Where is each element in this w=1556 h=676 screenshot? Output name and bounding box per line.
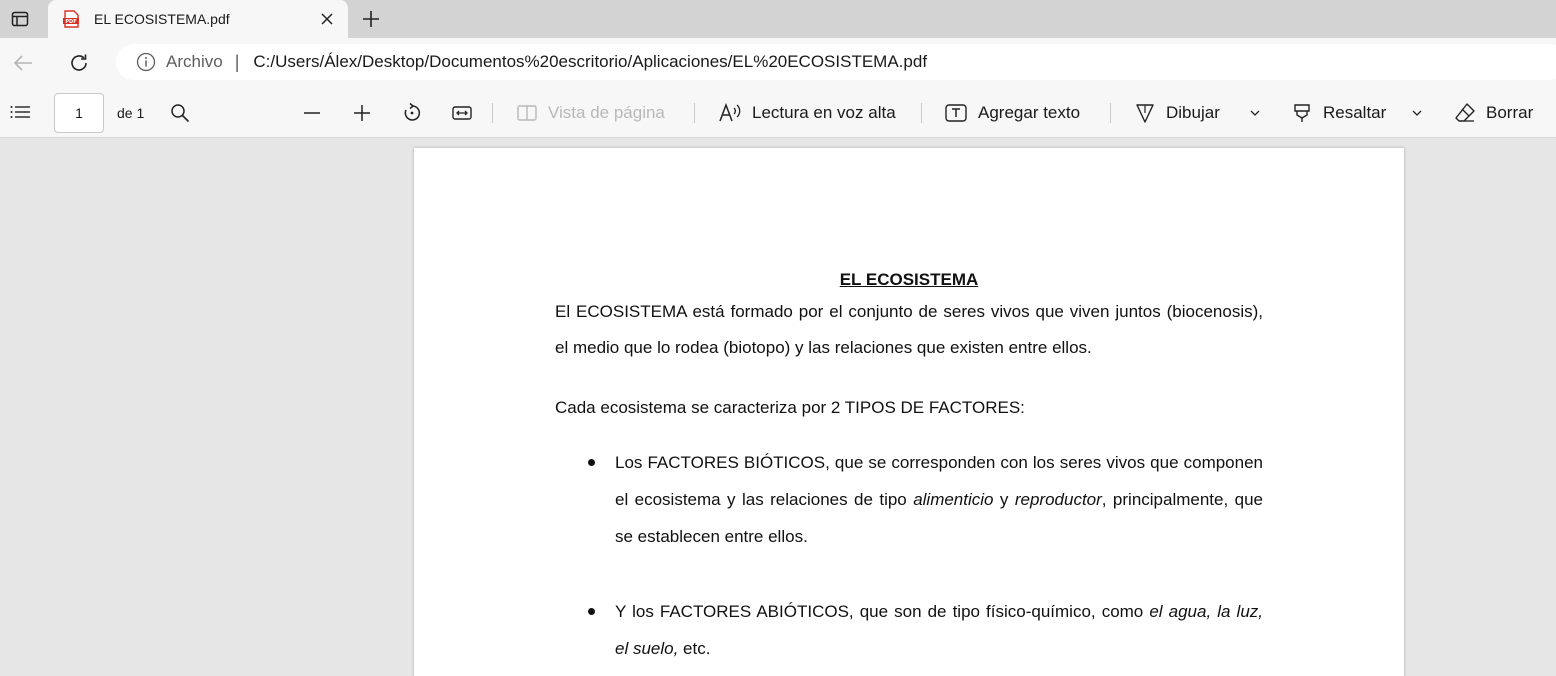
toolbar-divider <box>921 103 922 123</box>
close-icon <box>321 13 333 25</box>
toolbar-divider <box>694 103 695 123</box>
toolbar-divider <box>492 103 493 123</box>
close-tab-button[interactable] <box>312 4 342 34</box>
add-text-button[interactable]: Agregar texto <box>944 88 1080 138</box>
read-aloud-button[interactable]: Lectura en voz alta <box>718 88 896 138</box>
reload-icon <box>71 54 87 71</box>
factors-list: Los FACTORES BIÓTICOS, que se correspond… <box>555 444 1263 667</box>
plus-icon <box>354 105 370 121</box>
draw-button[interactable]: Dibujar <box>1134 88 1220 138</box>
zoom-out-button[interactable] <box>302 88 322 138</box>
tab-actions-icon <box>11 11 29 27</box>
erase-label: Borrar <box>1486 103 1534 122</box>
highlight-label: Resaltar <box>1323 103 1387 122</box>
page-view-icon <box>517 105 537 121</box>
fit-to-width-button[interactable] <box>451 88 473 138</box>
tab-title: EL ECOSISTEMA.pdf <box>94 11 230 27</box>
browser-tab[interactable]: PDF EL ECOSISTEMA.pdf <box>48 0 348 38</box>
document-content: EL ECOSISTEMA El ECOSISTEMA está formado… <box>555 266 1263 667</box>
reload-button[interactable] <box>64 48 94 78</box>
rotate-button[interactable] <box>401 88 423 138</box>
tab-strip: PDF EL ECOSISTEMA.pdf <box>0 0 1556 38</box>
eraser-icon <box>1455 103 1475 122</box>
page-view-button[interactable]: Vista de página <box>516 88 665 138</box>
search-icon <box>171 104 190 123</box>
add-text-label: Agregar texto <box>978 103 1081 122</box>
toolbar-divider <box>1110 103 1111 123</box>
highlight-options-dropdown[interactable] <box>1410 88 1424 138</box>
zoom-in-button[interactable] <box>352 88 372 138</box>
highlight-button[interactable]: Resaltar <box>1291 88 1386 138</box>
search-button[interactable] <box>170 88 190 138</box>
table-of-contents-button[interactable] <box>8 88 32 138</box>
url-text[interactable]: C:/Users/Álex/Desktop/Documentos%20escri… <box>253 52 927 72</box>
factors-paragraph: Cada ecosistema se caracteriza por 2 TIP… <box>555 398 1025 417</box>
scheme-label: Archivo <box>166 52 223 71</box>
back-arrow-icon <box>13 55 32 71</box>
rotate-icon <box>404 102 421 121</box>
document-title: EL ECOSISTEMA <box>839 270 979 289</box>
intro-paragraph: El ECOSISTEMA está formado por el conjun… <box>555 302 1263 357</box>
navigation-bar: Archivo | C:/Users/Álex/Desktop/Document… <box>0 38 1556 88</box>
fit-width-icon <box>452 106 472 120</box>
highlighter-icon <box>1294 104 1310 122</box>
page-view-label: Vista de página <box>548 103 665 122</box>
list-icon <box>10 106 30 118</box>
address-separator: | <box>234 51 240 72</box>
draw-label: Dibujar <box>1166 103 1220 122</box>
draw-options-dropdown[interactable] <box>1248 88 1262 138</box>
chevron-down-icon <box>1250 110 1260 116</box>
text-box-icon <box>945 104 967 122</box>
pdf-page: EL ECOSISTEMA El ECOSISTEMA está formado… <box>414 148 1404 676</box>
page-total-label: de 1 <box>117 105 145 121</box>
plus-icon <box>363 11 379 27</box>
bullet-dot <box>588 608 595 615</box>
chevron-down-icon <box>1412 110 1422 116</box>
back-button[interactable] <box>8 48 38 78</box>
svg-text:PDF: PDF <box>65 19 76 25</box>
pdf-icon: PDF <box>63 10 79 28</box>
info-icon[interactable] <box>136 52 156 72</box>
address-bar[interactable]: Archivo | C:/Users/Álex/Desktop/Document… <box>116 44 1556 80</box>
pdf-viewer[interactable]: EL ECOSISTEMA El ECOSISTEMA está formado… <box>0 139 1556 676</box>
bullet-dot <box>588 459 595 466</box>
list-item-bioticos: Los FACTORES BIÓTICOS, que se correspond… <box>555 444 1263 555</box>
page-number-input[interactable]: 1 <box>54 93 104 133</box>
erase-button[interactable]: Borrar <box>1454 88 1533 138</box>
new-tab-button[interactable] <box>356 4 386 34</box>
minus-icon <box>304 112 320 114</box>
list-item-abioticos: Y los FACTORES ABIÓTICOS, que son de tip… <box>555 593 1263 667</box>
draw-pen-icon <box>1136 104 1154 123</box>
pdf-toolbar: 1 de 1 Vista de página Lectura en voz al… <box>0 88 1556 138</box>
tab-actions-button[interactable] <box>0 0 40 38</box>
read-aloud-label: Lectura en voz alta <box>752 103 896 122</box>
read-aloud-icon <box>719 102 741 122</box>
